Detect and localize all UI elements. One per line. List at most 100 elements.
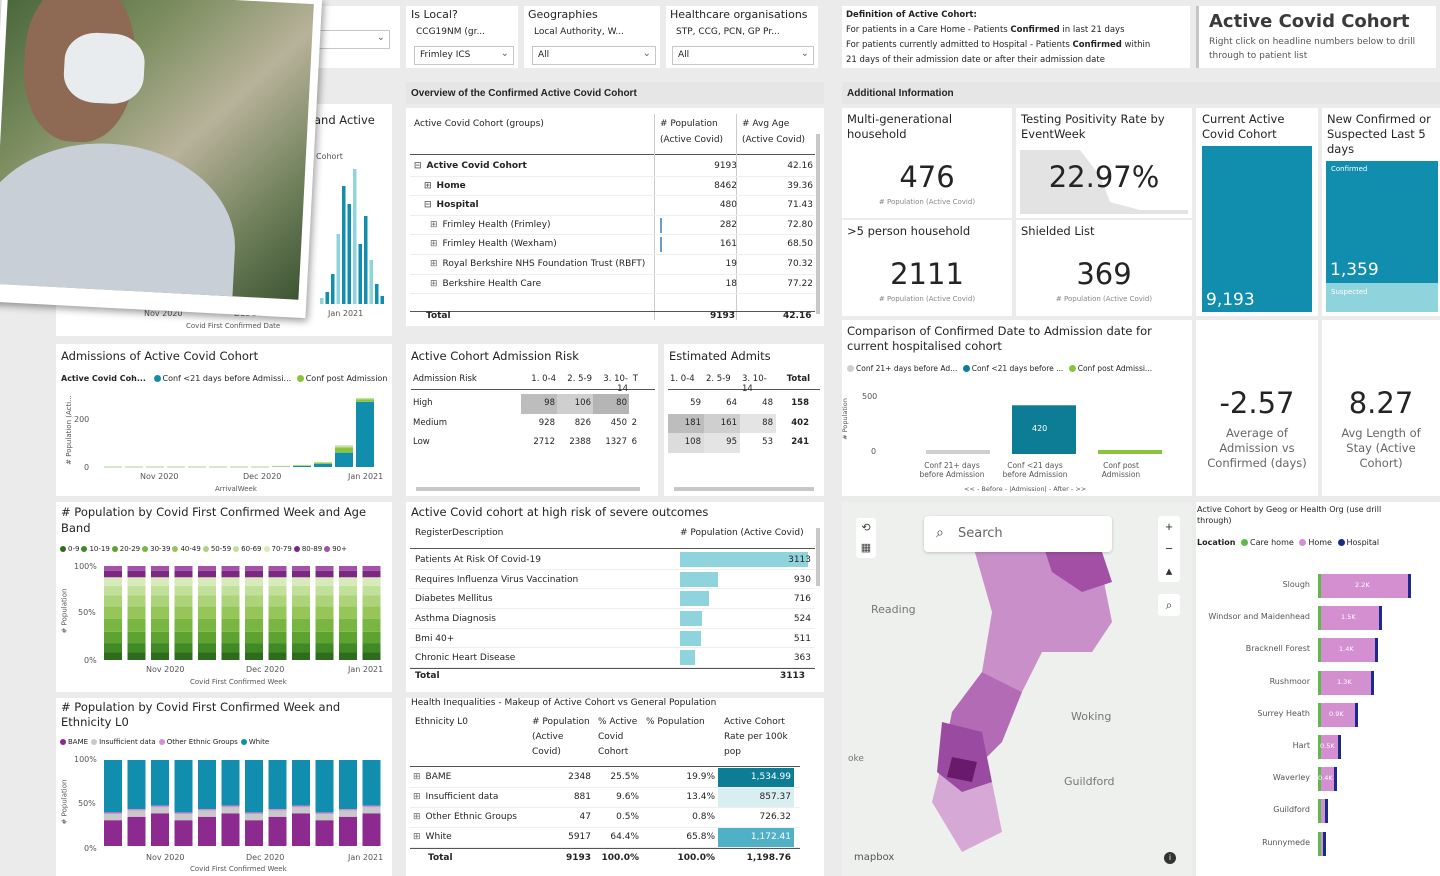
risk-col-label[interactable]: Admission Risk <box>411 368 521 389</box>
high-risk-scrollbar[interactable] <box>816 528 820 586</box>
high-risk-row[interactable]: Asthma Diagnosis 524 <box>410 609 815 629</box>
est-col-header[interactable]: 3. 10-14 <box>740 368 776 394</box>
health-ineq-col-pop-1[interactable]: # Population <box>532 717 590 727</box>
overview-row[interactable]: ⊞ Frimley Health (Wexham) 161 68.50 <box>410 235 815 255</box>
comparison-bars <box>926 405 1162 454</box>
map-select-icon[interactable]: ▦ <box>856 538 876 558</box>
overview-col-pop-1[interactable]: # Population <box>660 119 718 129</box>
age-band-segment <box>104 577 122 586</box>
map-lasso-icon[interactable]: ⟲ <box>856 518 876 538</box>
overview-row-age: 42.16 <box>787 161 813 171</box>
kpi-new-confirmed[interactable]: New Confirmed or Suspected Last 5 days C… <box>1322 108 1440 316</box>
est-col-header[interactable]: 1. 0-4 <box>668 368 704 389</box>
overview-row[interactable]: ⊞ Frimley Health (Frimley) 282 72.80 <box>410 216 815 236</box>
kpi-multigen[interactable]: Multi-generational household 476 # Popula… <box>842 108 1012 218</box>
zoom-out-icon[interactable]: − <box>1158 538 1180 560</box>
slicer-frimley-dropdown[interactable]: Frimley ICS ⌄ <box>414 46 514 65</box>
expand-icon[interactable]: ⊟ <box>414 161 422 171</box>
map-zoom-area-icon[interactable]: ⌕ <box>1158 594 1180 616</box>
overview-row[interactable]: ⊞ Home 8462 39.36 <box>410 177 815 197</box>
geog-row[interactable]: Bracknell Forest 1.4K <box>1196 636 1440 668</box>
risk-row[interactable]: High 98 106 80 <box>411 394 655 414</box>
legend-item: BAME <box>68 738 89 746</box>
expand-icon[interactable]: ⊞ <box>424 181 432 191</box>
health-ineq-cell: 64.4% <box>594 828 642 847</box>
est-row[interactable]: 59 64 48 158 <box>668 394 820 414</box>
high-risk-row[interactable]: Patients At Risk Of Covid-19 3113 <box>410 550 815 570</box>
health-ineq-col-popct[interactable]: % Population <box>646 717 705 727</box>
overview-col-age-1[interactable]: # Avg Age <box>742 119 789 129</box>
expand-icon[interactable]: ⊞ <box>413 812 421 822</box>
expand-icon[interactable]: ⊞ <box>413 832 421 842</box>
overview-row[interactable]: ⊞ Berkshire Health Care 18 77.22 <box>410 275 815 295</box>
map-search-box[interactable]: ⌕ Search <box>924 516 1112 552</box>
high-risk-row[interactable]: Diabetes Mellitus 716 <box>410 589 815 610</box>
info-icon[interactable]: i <box>1164 852 1176 864</box>
expand-icon[interactable]: ⊞ <box>413 792 421 802</box>
slicer-healthcare-orgs-dropdown[interactable]: All ⌄ <box>672 46 814 65</box>
kpi-los[interactable]: 8.27 Avg Length of Stay (Active Cohort) <box>1322 320 1440 496</box>
health-ineq-col-pct-1[interactable]: % Active <box>598 717 637 727</box>
health-ineq-row[interactable]: ⊞ BAME 2348 25.5% 19.9% 1,534.99 <box>410 768 800 788</box>
geog-row[interactable]: Slough 2.2K <box>1196 572 1440 604</box>
expand-icon[interactable]: ⊞ <box>430 220 438 230</box>
est-col-header[interactable]: Total <box>776 368 812 389</box>
geog-row[interactable]: Rushmoor 1.3K <box>1196 669 1440 701</box>
admission-risk-scrollbar[interactable] <box>416 487 640 491</box>
comparison-bar <box>926 450 990 454</box>
geog-row[interactable]: Guildford <box>1196 797 1440 829</box>
expand-icon[interactable]: ⊞ <box>430 279 438 289</box>
kpi-shielded[interactable]: Shielded List 369 # Population (Active Co… <box>1016 220 1192 316</box>
high-risk-row[interactable]: Chronic Heart Disease 363 <box>410 648 815 669</box>
kpi-positivity[interactable]: Testing Positivity Rate by EventWeek 22.… <box>1016 108 1192 218</box>
overview-col-groups[interactable]: Active Covid Cohort (groups) <box>414 119 544 129</box>
high-risk-col-pop[interactable]: # Population (Active Covid) <box>680 528 804 538</box>
expand-icon[interactable]: ⊞ <box>430 239 438 249</box>
map-canvas[interactable] <box>842 502 1192 876</box>
geog-row[interactable]: Hart 0.5K <box>1196 733 1440 765</box>
zoom-in-icon[interactable]: + <box>1158 516 1180 538</box>
high-risk-col-register[interactable]: RegisterDescription <box>415 528 503 538</box>
est-cell: 241 <box>776 433 812 453</box>
expand-icon[interactable]: ⊞ <box>413 772 421 782</box>
high-risk-row[interactable]: Requires Influenza Virus Vaccination 930 <box>410 570 815 590</box>
est-row[interactable]: 108 95 53 241 <box>668 433 820 453</box>
overview-row[interactable]: ⊟ Active Covid Cohort 9193 42.16 <box>410 157 815 177</box>
age-band-segment <box>268 585 287 596</box>
estimated-admits-scrollbar[interactable] <box>674 487 814 491</box>
kpi-avg-admission[interactable]: -2.57 Average of Admission vs Confirmed (d… <box>1196 320 1318 496</box>
geog-row-label: Windsor and Maidenhead <box>1208 612 1310 622</box>
high-risk-row[interactable]: Bmi 40+ 511 <box>410 629 815 649</box>
health-ineq-row[interactable]: ⊞ Other Ethnic Groups 47 0.5% 0.8% 726.32 <box>410 808 800 828</box>
overview-row[interactable]: ⊞ Royal Berkshire NHS Foundation Trust (R… <box>410 255 815 275</box>
risk-row[interactable]: Medium 928 826 450 2 <box>411 413 655 433</box>
kpi-five-person[interactable]: >5 person household 2111 # Population (Ac… <box>842 220 1012 316</box>
y-axis-label: # Population <box>60 779 69 825</box>
risk-row[interactable]: Low 2712 2388 1327 6 <box>411 433 655 453</box>
risk-col-header[interactable]: T <box>629 368 639 389</box>
map-visual[interactable]: Reading Woking Guildford oke ⌕ Search ⟲ ▦… <box>842 502 1192 876</box>
health-ineq-row[interactable]: ⊞ White 5917 64.4% 65.8% 1,172.41 <box>410 828 800 848</box>
risk-col-header[interactable]: 2. 5-9 <box>557 368 593 389</box>
compass-icon[interactable]: ▴ <box>1158 560 1180 582</box>
risk-col-header[interactable]: 3. 10-14 <box>593 368 629 394</box>
risk-col-header[interactable]: 1. 0-4 <box>521 368 557 389</box>
geog-row[interactable]: Windsor and Maidenhead 1.5K <box>1196 604 1440 636</box>
overview-total-age: 42.16 <box>783 311 812 321</box>
expand-icon[interactable]: ⊟ <box>424 200 432 210</box>
est-row[interactable]: 181 161 88 402 <box>668 413 820 433</box>
health-ineq-col-rate-1[interactable]: Active Cohort <box>724 717 785 727</box>
geog-row[interactable]: Waverley 0.4K <box>1196 765 1440 797</box>
overview-row[interactable]: ⊟ Hospital 480 71.43 <box>410 196 815 216</box>
geog-row[interactable]: Runnymede <box>1196 830 1440 862</box>
health-ineq-row[interactable]: ⊞ Insufficient data 881 9.6% 13.4% 857.37 <box>410 788 800 808</box>
est-col-header[interactable]: 2. 5-9 <box>704 368 740 389</box>
health-ineq-col-eth[interactable]: Ethnicity L0 <box>415 717 468 727</box>
slicer-geographies-dropdown[interactable]: All ⌄ <box>532 46 656 65</box>
expand-icon[interactable]: ⊞ <box>430 259 438 269</box>
kpi-current-cohort[interactable]: Current Active Covid Cohort 9,193 <box>1196 108 1318 316</box>
geog-row[interactable]: Surrey Heath 0.9K <box>1196 701 1440 733</box>
age-band-segment <box>221 595 240 607</box>
cell-text: 47 <box>579 812 591 822</box>
overview-scrollbar[interactable] <box>816 134 820 314</box>
